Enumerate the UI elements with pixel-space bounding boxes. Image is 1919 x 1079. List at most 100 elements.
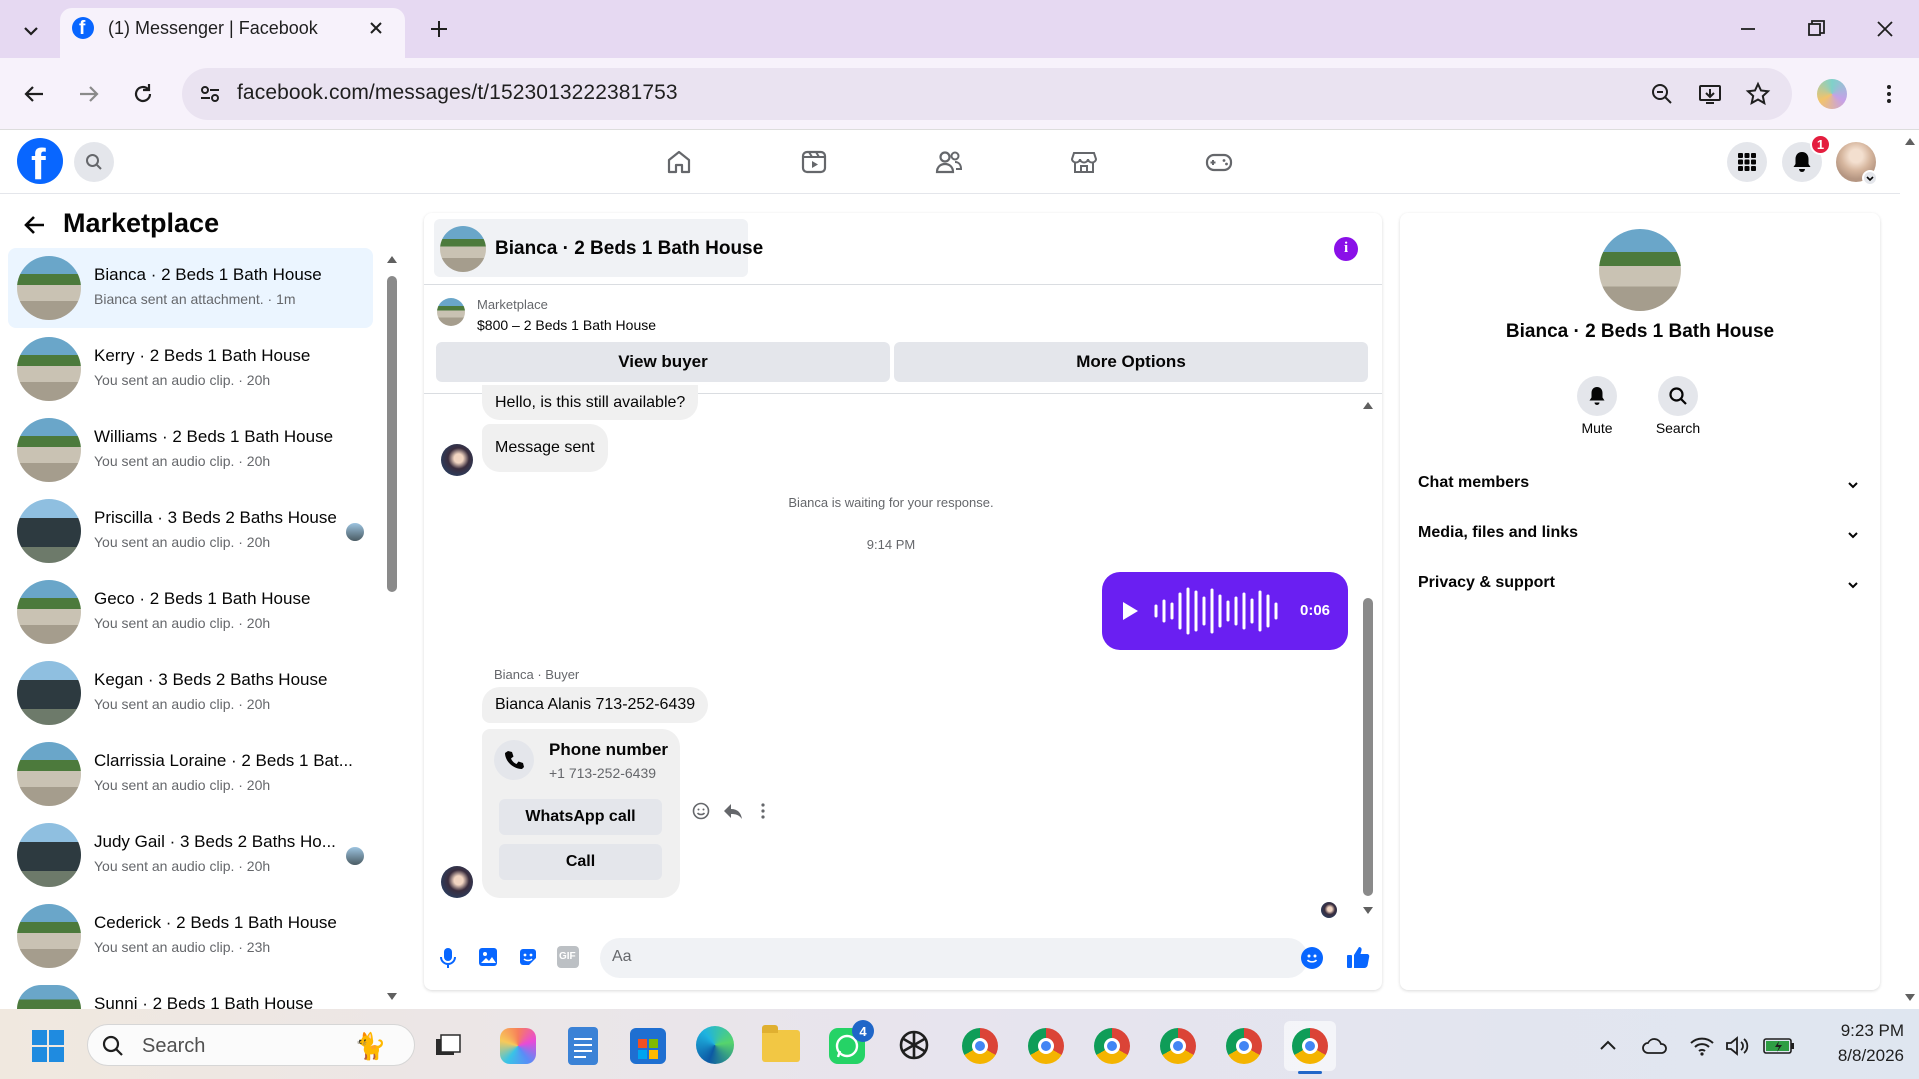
tab-search-dropdown-icon[interactable] [14, 14, 48, 48]
edge-icon[interactable] [696, 1026, 734, 1064]
back-arrow-icon[interactable] [22, 212, 48, 238]
taskbar-search-box[interactable]: Search 🐈 [87, 1024, 415, 1066]
window-close-icon[interactable] [1872, 16, 1898, 42]
message-bubble[interactable]: Bianca Alanis 713-252-6439 [482, 687, 709, 723]
bookmark-star-icon[interactable] [1745, 81, 1771, 107]
page-scrollbar[interactable] [1900, 130, 1919, 1009]
back-icon[interactable] [22, 81, 48, 107]
privacy-support-section[interactable]: Privacy & support [1408, 564, 1872, 604]
whatsapp-call-button[interactable]: WhatsApp call [499, 799, 662, 835]
like-thumb-icon[interactable] [1345, 944, 1371, 970]
video-icon[interactable] [799, 147, 829, 177]
chrome-profile-icon[interactable] [1160, 1028, 1196, 1064]
facebook-logo-icon[interactable]: f [17, 138, 63, 184]
call-button[interactable]: Call [499, 844, 662, 880]
zoom-icon[interactable] [1649, 81, 1675, 107]
conversation-name: Kerry · 2 Beds 1 Bath House [94, 346, 311, 365]
chrome-profile-icon[interactable] [1028, 1028, 1064, 1064]
browser-menu-icon[interactable] [1876, 81, 1902, 107]
section-label: Chat members [1418, 474, 1530, 491]
restore-icon[interactable] [1803, 16, 1829, 42]
home-icon[interactable] [664, 147, 694, 177]
profile-avatar-icon[interactable] [1817, 79, 1847, 109]
chatgpt-icon[interactable] [895, 1026, 933, 1064]
gaming-icon[interactable] [1204, 147, 1234, 177]
chat-avatar [440, 226, 486, 272]
message-bubble[interactable]: Message sent [482, 424, 608, 472]
details-avatar [1599, 229, 1681, 311]
section-label: Privacy & support [1418, 574, 1555, 591]
conversation-preview: Bianca sent an attachment. · 1m [94, 291, 296, 307]
facebook-search-icon[interactable] [74, 142, 114, 182]
chrome-profile-icon[interactable] [1094, 1028, 1130, 1064]
reload-icon[interactable] [130, 81, 156, 107]
address-bar[interactable]: facebook.com/messages/t/1523013222381753 [182, 68, 1792, 120]
account-chevron-icon[interactable] [1862, 170, 1878, 186]
install-app-icon[interactable] [1697, 81, 1723, 107]
battery-charging-icon[interactable] [1763, 1036, 1795, 1056]
chrome-profile-icon[interactable] [1226, 1028, 1262, 1064]
audio-message-bubble[interactable]: 0:06 [1102, 572, 1348, 650]
info-icon[interactable]: i [1334, 237, 1358, 261]
listing-photo-avatar [17, 742, 81, 806]
listing-title: $800 – 2 Beds 1 Bath House [477, 317, 657, 333]
view-buyer-button[interactable]: View buyer [436, 342, 890, 382]
forward-icon[interactable] [75, 81, 101, 107]
active-indicator [1298, 1071, 1322, 1074]
mute-label[interactable]: Mute [1557, 420, 1637, 436]
conversation-preview: You sent an audio clip. · 20h [94, 696, 271, 712]
wifi-icon[interactable] [1689, 1034, 1715, 1058]
copilot-icon[interactable] [500, 1028, 536, 1064]
scroll-thumb[interactable] [1363, 598, 1373, 896]
microphone-icon[interactable] [437, 946, 459, 970]
react-icon[interactable] [692, 802, 710, 820]
url-text[interactable]: facebook.com/messages/t/1523013222381753 [237, 81, 678, 105]
seen-avatar-icon [346, 523, 364, 541]
phone-icon [494, 740, 534, 780]
show-hidden-icons-chevron-up-icon[interactable] [1596, 1034, 1620, 1058]
volume-icon[interactable] [1724, 1034, 1750, 1058]
more-actions-icon[interactable] [755, 802, 771, 820]
sticker-icon[interactable] [517, 946, 539, 968]
media-files-section[interactable]: Media, files and links [1408, 514, 1872, 554]
conversation-name: Cederick · 2 Beds 1 Bath House [94, 913, 337, 932]
search-in-chat-icon[interactable] [1658, 376, 1698, 416]
timestamp: 9:14 PM [866, 537, 916, 552]
chevron-down-icon [1848, 532, 1858, 539]
conversation-name: Clarrissia Loraine · 2 Beds 1 Bat... [94, 751, 353, 770]
marketplace-icon[interactable] [1069, 147, 1099, 177]
menu-grid-icon[interactable] [1727, 142, 1767, 182]
messages-scrollbar[interactable] [1360, 398, 1376, 920]
photo-icon[interactable] [477, 946, 499, 968]
chat-list-scrollbar[interactable] [384, 250, 400, 1010]
clock-time[interactable]: 9:23 PM [1808, 1021, 1904, 1041]
conversation-name: Geco · 2 Beds 1 Bath House [94, 589, 311, 608]
search-label[interactable]: Search [1638, 420, 1718, 436]
tab-close-icon[interactable] [366, 18, 386, 38]
emoji-icon[interactable] [1301, 947, 1323, 969]
seen-avatar-icon [346, 847, 364, 865]
notepad-icon[interactable] [568, 1027, 598, 1065]
chrome-profile-icon[interactable] [1292, 1028, 1328, 1064]
task-view-icon[interactable] [434, 1032, 462, 1060]
friends-icon[interactable] [934, 147, 964, 177]
browser-tab[interactable]: f (1) Messenger | Facebook [60, 8, 405, 58]
microsoft-store-icon[interactable] [630, 1028, 666, 1064]
clock-date[interactable]: 8/8/2026 [1808, 1046, 1904, 1066]
new-tab-icon[interactable] [426, 16, 452, 42]
chrome-profile-icon[interactable] [962, 1028, 998, 1064]
site-info-icon[interactable] [198, 82, 222, 106]
mute-bell-icon[interactable] [1577, 376, 1617, 416]
message-input[interactable]: Aa [600, 938, 1308, 978]
scroll-thumb[interactable] [387, 276, 397, 592]
listing-thumbnail [437, 298, 465, 326]
minimize-icon[interactable] [1735, 16, 1761, 42]
windows-start-icon[interactable] [31, 1029, 65, 1063]
reply-icon[interactable] [723, 802, 743, 820]
onedrive-cloud-icon[interactable] [1641, 1034, 1669, 1058]
chat-members-section[interactable]: Chat members [1408, 464, 1872, 504]
message-bubble[interactable]: Hello, is this still available? [482, 385, 699, 420]
gif-icon[interactable]: GIF [557, 946, 579, 968]
more-options-button[interactable]: More Options [894, 342, 1368, 382]
file-explorer-icon[interactable] [762, 1025, 800, 1062]
